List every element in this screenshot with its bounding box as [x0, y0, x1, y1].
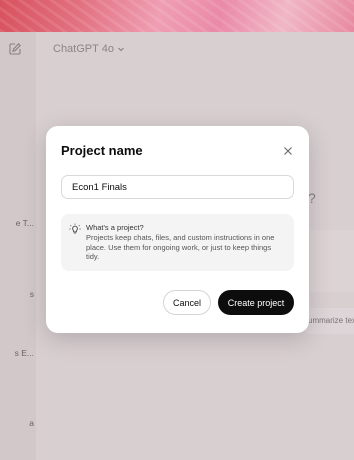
sidebar-item[interactable]: s: [30, 289, 34, 299]
sidebar-item[interactable]: e T...: [16, 218, 34, 228]
project-name-dialog: Project name What's a project? Projects …: [46, 126, 309, 333]
edit-icon[interactable]: [8, 42, 22, 56]
project-name-input[interactable]: [61, 175, 294, 199]
sidebar-item[interactable]: s E...: [15, 348, 34, 358]
lightbulb-icon: [69, 223, 81, 234]
suggestion-card[interactable]: [306, 230, 354, 292]
heading-fragment: ?: [308, 190, 316, 206]
info-title: What's a project?: [86, 223, 144, 232]
chevron-down-icon: [118, 47, 124, 52]
prompt-placeholder: ummarize tex: [308, 316, 354, 325]
cancel-button[interactable]: Cancel: [163, 290, 211, 315]
dialog-title: Project name: [61, 143, 143, 158]
sidebar-item[interactable]: a: [29, 418, 34, 428]
project-info-box: What's a project? Projects keep chats, f…: [61, 214, 294, 271]
model-label: ChatGPT 4o: [53, 43, 114, 55]
desktop-wallpaper: [0, 0, 354, 32]
sidebar: e T... s s E... a: [0, 32, 36, 460]
model-selector[interactable]: ChatGPT 4o: [53, 43, 125, 55]
info-body: Projects keep chats, files, and custom i…: [86, 233, 275, 261]
close-icon[interactable]: [281, 144, 295, 158]
prompt-input[interactable]: ummarize tex: [304, 308, 354, 334]
create-project-button[interactable]: Create project: [218, 290, 294, 315]
